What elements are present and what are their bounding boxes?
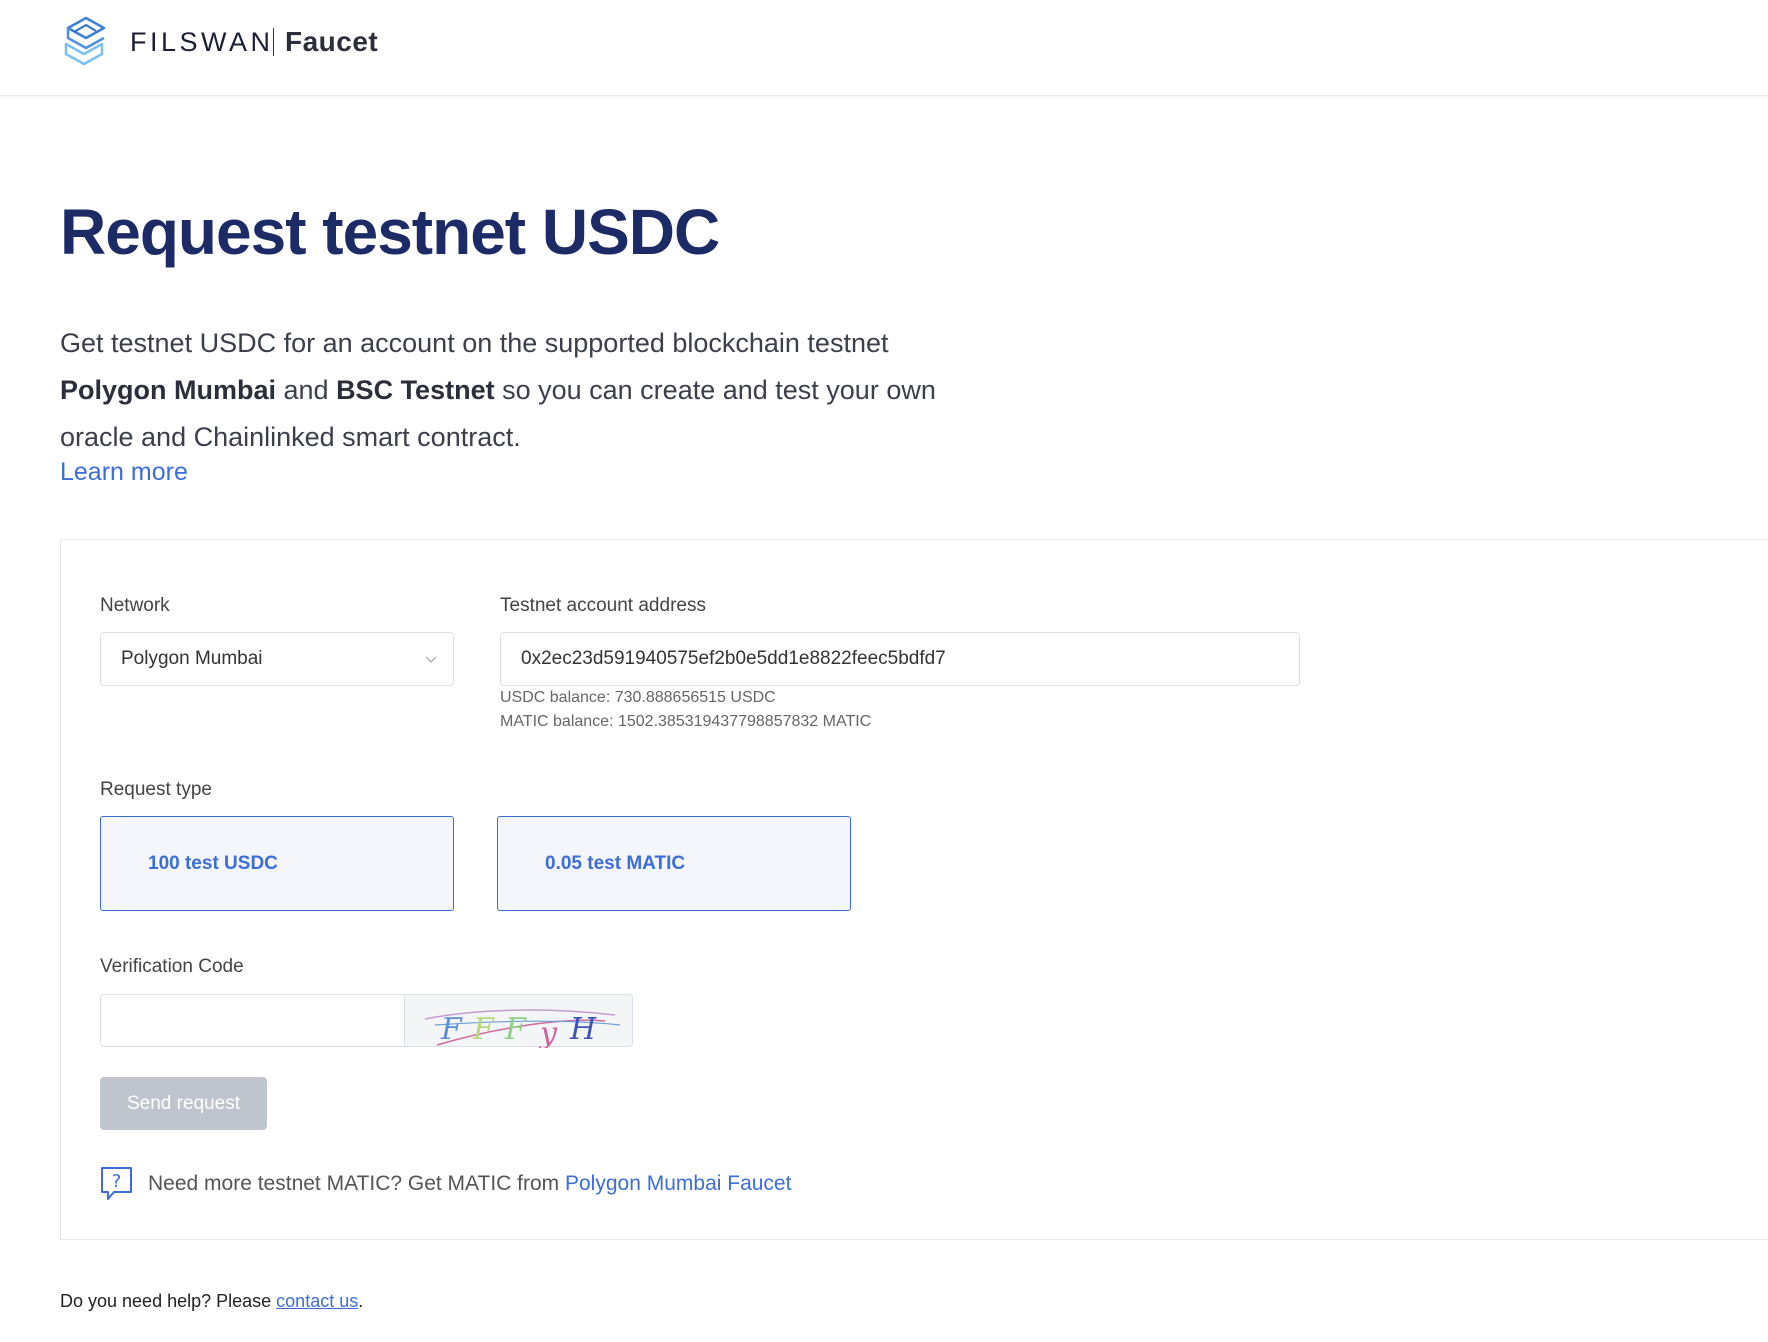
request-usdc-label: 100 test USDC (148, 853, 278, 874)
send-request-button[interactable]: Send request (100, 1077, 267, 1130)
address-label: Testnet account address (500, 595, 706, 616)
matic-balance: MATIC balance: 1502.385319437798857832 M… (500, 713, 872, 730)
network-select-value: Polygon Mumbai (121, 648, 263, 669)
brand-divider (273, 28, 274, 56)
desc-and: and (276, 375, 337, 405)
svg-text:?: ? (112, 1171, 122, 1192)
footer-text: Do you need help? Please (60, 1291, 277, 1311)
filswan-logo-icon[interactable] (60, 14, 110, 68)
captcha-char-1: F (440, 1012, 463, 1047)
page-description: Get testnet USDC for an account on the s… (60, 320, 940, 461)
polygon-mumbai-faucet-link[interactable]: Polygon Mumbai Faucet (565, 1172, 791, 1195)
footer-end: . (358, 1291, 364, 1311)
usdc-balance: USDC balance: 730.888656515 USDC (500, 689, 776, 706)
top-header: FILSWAN Faucet (0, 0, 1768, 96)
request-type-label: Request type (100, 779, 212, 800)
captcha-image[interactable]: F F F y H (404, 994, 633, 1051)
network-select[interactable]: Polygon Mumbai (100, 632, 454, 686)
brand-name: FILSWAN (130, 27, 274, 57)
chevron-down-icon (425, 656, 437, 663)
request-matic-label: 0.05 test MATIC (545, 853, 686, 874)
verification-label: Verification Code (100, 956, 244, 977)
help-question-icon: ? (101, 1167, 132, 1200)
captcha-char-5: H (569, 1012, 597, 1047)
captcha-drawing: F F F y H (424, 1009, 621, 1051)
network-label: Network (100, 595, 170, 616)
brand-product: Faucet (285, 26, 379, 57)
footer-help: Do you need help? Please contact us. (60, 1291, 363, 1312)
send-request-label: Send request (126, 1093, 241, 1114)
network-bsc-testnet: BSC Testnet (336, 375, 495, 405)
learn-more-link[interactable]: Learn more (60, 458, 188, 487)
contact-us-link[interactable]: contact us (276, 1291, 358, 1311)
need-more-matic: Need more testnet MATIC? Get MATIC from … (148, 1172, 791, 1196)
desc-part1: Get testnet USDC for an account on the s… (60, 328, 889, 358)
request-matic-option[interactable]: 0.05 test MATIC (497, 816, 851, 911)
need-more-text: Need more testnet MATIC? Get MATIC from (148, 1172, 565, 1195)
request-usdc-option[interactable]: 100 test USDC (100, 816, 454, 911)
network-polygon-mumbai: Polygon Mumbai (60, 375, 276, 405)
captcha-char-4: y (538, 1016, 558, 1048)
address-input[interactable] (500, 632, 1300, 686)
captcha-char-2: F (472, 1012, 495, 1047)
page-title: Request testnet USDC (60, 196, 720, 268)
captcha-char-3: F (504, 1012, 527, 1047)
verification-code-input[interactable] (100, 994, 405, 1047)
